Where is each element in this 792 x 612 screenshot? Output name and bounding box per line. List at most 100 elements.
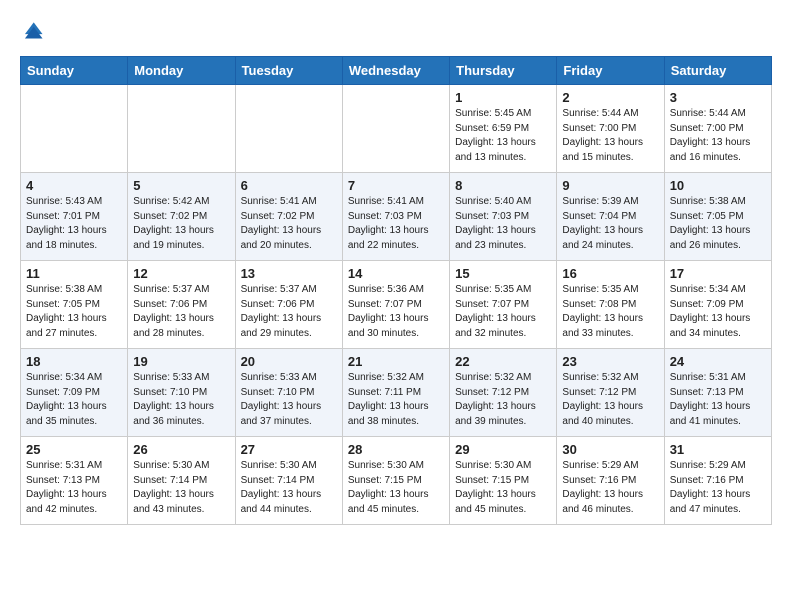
calendar-cell: 20 Sunrise: 5:33 AM Sunset: 7:10 PM Dayli… — [235, 349, 342, 437]
cell-info: Sunrise: 5:38 AM Sunset: 7:05 PM Dayligh… — [26, 283, 122, 341]
cell-info: Sunrise: 5:30 AM Sunset: 7:14 PM Dayligh… — [241, 459, 337, 517]
cell-info: Sunrise: 5:29 AM Sunset: 7:16 PM Dayligh… — [670, 459, 766, 517]
calendar-cell: 18 Sunrise: 5:34 AM Sunset: 7:09 PM Dayli… — [21, 349, 128, 437]
day-number: 18 — [26, 354, 122, 369]
header-monday: Monday — [128, 57, 235, 85]
calendar-cell — [342, 85, 449, 173]
calendar-cell: 15 Sunrise: 5:35 AM Sunset: 7:07 PM Dayli… — [450, 261, 557, 349]
calendar-cell: 4 Sunrise: 5:43 AM Sunset: 7:01 PM Daylig… — [21, 173, 128, 261]
cell-info: Sunrise: 5:32 AM Sunset: 7:11 PM Dayligh… — [348, 371, 444, 429]
calendar-cell: 9Sunrise: 5:39 AM Sunset: 7:04 PM Daylig… — [557, 173, 664, 261]
header-sunday: Sunday — [21, 57, 128, 85]
cell-info: Sunrise: 5:44 AM Sunset: 7:00 PM Dayligh… — [670, 107, 766, 165]
cell-info: Sunrise: 5:37 AM Sunset: 7:06 PM Dayligh… — [133, 283, 229, 341]
day-number: 23 — [562, 354, 658, 369]
calendar-cell: 31 Sunrise: 5:29 AM Sunset: 7:16 PM Dayli… — [664, 437, 771, 525]
calendar-cell: 10Sunrise: 5:38 AM Sunset: 7:05 PM Dayli… — [664, 173, 771, 261]
cell-info: Sunrise: 5:32 AM Sunset: 7:12 PM Dayligh… — [562, 371, 658, 429]
day-number: 13 — [241, 266, 337, 281]
day-number: 30 — [562, 442, 658, 457]
day-number: 22 — [455, 354, 551, 369]
day-number: 26 — [133, 442, 229, 457]
header-friday: Friday — [557, 57, 664, 85]
day-number: 19 — [133, 354, 229, 369]
header — [20, 18, 772, 42]
calendar-cell: 17Sunrise: 5:34 AM Sunset: 7:09 PM Dayli… — [664, 261, 771, 349]
logo-icon — [22, 18, 44, 40]
cell-info: Sunrise: 5:45 AM Sunset: 6:59 PM Dayligh… — [455, 107, 551, 165]
day-number: 28 — [348, 442, 444, 457]
day-number: 7 — [348, 178, 444, 193]
day-number: 31 — [670, 442, 766, 457]
calendar-week-2: 4 Sunrise: 5:43 AM Sunset: 7:01 PM Daylig… — [21, 173, 772, 261]
cell-info: Sunrise: 5:36 AM Sunset: 7:07 PM Dayligh… — [348, 283, 444, 341]
cell-info: Sunrise: 5:30 AM Sunset: 7:15 PM Dayligh… — [455, 459, 551, 517]
calendar-cell: 5 Sunrise: 5:42 AM Sunset: 7:02 PM Daylig… — [128, 173, 235, 261]
day-number: 11 — [26, 266, 122, 281]
weekday-header-row: Sunday Monday Tuesday Wednesday Thursday… — [21, 57, 772, 85]
cell-info: Sunrise: 5:41 AM Sunset: 7:03 PM Dayligh… — [348, 195, 444, 253]
day-number: 3 — [670, 90, 766, 105]
header-wednesday: Wednesday — [342, 57, 449, 85]
calendar-week-3: 11 Sunrise: 5:38 AM Sunset: 7:05 PM Dayli… — [21, 261, 772, 349]
calendar-cell: 2 Sunrise: 5:44 AM Sunset: 7:00 PM Daylig… — [557, 85, 664, 173]
cell-info: Sunrise: 5:44 AM Sunset: 7:00 PM Dayligh… — [562, 107, 658, 165]
calendar-cell: 28 Sunrise: 5:30 AM Sunset: 7:15 PM Dayli… — [342, 437, 449, 525]
cell-info: Sunrise: 5:33 AM Sunset: 7:10 PM Dayligh… — [241, 371, 337, 429]
cell-info: Sunrise: 5:35 AM Sunset: 7:07 PM Dayligh… — [455, 283, 551, 341]
calendar-cell: 11 Sunrise: 5:38 AM Sunset: 7:05 PM Dayli… — [21, 261, 128, 349]
calendar-cell: 8 Sunrise: 5:40 AM Sunset: 7:03 PM Daylig… — [450, 173, 557, 261]
day-number: 6 — [241, 178, 337, 193]
cell-info: Sunrise: 5:38 AM Sunset: 7:05 PM Dayligh… — [670, 195, 766, 253]
cell-info: Sunrise: 5:42 AM Sunset: 7:02 PM Dayligh… — [133, 195, 229, 253]
day-number: 8 — [455, 178, 551, 193]
calendar-cell: 24Sunrise: 5:31 AM Sunset: 7:13 PM Dayli… — [664, 349, 771, 437]
calendar-cell: 22 Sunrise: 5:32 AM Sunset: 7:12 PM Dayli… — [450, 349, 557, 437]
cell-info: Sunrise: 5:31 AM Sunset: 7:13 PM Dayligh… — [670, 371, 766, 429]
day-number: 2 — [562, 90, 658, 105]
calendar-cell: 26 Sunrise: 5:30 AM Sunset: 7:14 PM Dayli… — [128, 437, 235, 525]
logo — [20, 18, 44, 42]
day-number: 27 — [241, 442, 337, 457]
cell-info: Sunrise: 5:33 AM Sunset: 7:10 PM Dayligh… — [133, 371, 229, 429]
cell-info: Sunrise: 5:32 AM Sunset: 7:12 PM Dayligh… — [455, 371, 551, 429]
cell-info: Sunrise: 5:40 AM Sunset: 7:03 PM Dayligh… — [455, 195, 551, 253]
calendar-cell — [21, 85, 128, 173]
calendar-page: Sunday Monday Tuesday Wednesday Thursday… — [0, 0, 792, 543]
calendar-cell: 30Sunrise: 5:29 AM Sunset: 7:16 PM Dayli… — [557, 437, 664, 525]
calendar-week-1: 1Sunrise: 5:45 AM Sunset: 6:59 PM Daylig… — [21, 85, 772, 173]
calendar-cell: 23 Sunrise: 5:32 AM Sunset: 7:12 PM Dayli… — [557, 349, 664, 437]
calendar-cell: 7 Sunrise: 5:41 AM Sunset: 7:03 PM Daylig… — [342, 173, 449, 261]
cell-info: Sunrise: 5:30 AM Sunset: 7:14 PM Dayligh… — [133, 459, 229, 517]
day-number: 29 — [455, 442, 551, 457]
calendar-cell: 27 Sunrise: 5:30 AM Sunset: 7:14 PM Dayli… — [235, 437, 342, 525]
day-number: 21 — [348, 354, 444, 369]
day-number: 20 — [241, 354, 337, 369]
calendar-cell: 16Sunrise: 5:35 AM Sunset: 7:08 PM Dayli… — [557, 261, 664, 349]
day-number: 4 — [26, 178, 122, 193]
calendar-cell — [128, 85, 235, 173]
day-number: 5 — [133, 178, 229, 193]
header-thursday: Thursday — [450, 57, 557, 85]
calendar-cell: 25 Sunrise: 5:31 AM Sunset: 7:13 PM Dayli… — [21, 437, 128, 525]
day-number: 12 — [133, 266, 229, 281]
calendar-cell: 3 Sunrise: 5:44 AM Sunset: 7:00 PM Daylig… — [664, 85, 771, 173]
cell-info: Sunrise: 5:30 AM Sunset: 7:15 PM Dayligh… — [348, 459, 444, 517]
calendar-cell: 21 Sunrise: 5:32 AM Sunset: 7:11 PM Dayli… — [342, 349, 449, 437]
cell-info: Sunrise: 5:43 AM Sunset: 7:01 PM Dayligh… — [26, 195, 122, 253]
cell-info: Sunrise: 5:34 AM Sunset: 7:09 PM Dayligh… — [26, 371, 122, 429]
day-number: 9 — [562, 178, 658, 193]
calendar-cell: 1Sunrise: 5:45 AM Sunset: 6:59 PM Daylig… — [450, 85, 557, 173]
day-number: 25 — [26, 442, 122, 457]
calendar-week-4: 18 Sunrise: 5:34 AM Sunset: 7:09 PM Dayli… — [21, 349, 772, 437]
calendar-cell: 29 Sunrise: 5:30 AM Sunset: 7:15 PM Dayli… — [450, 437, 557, 525]
cell-info: Sunrise: 5:31 AM Sunset: 7:13 PM Dayligh… — [26, 459, 122, 517]
calendar-cell: 13 Sunrise: 5:37 AM Sunset: 7:06 PM Dayli… — [235, 261, 342, 349]
calendar-cell: 12 Sunrise: 5:37 AM Sunset: 7:06 PM Dayli… — [128, 261, 235, 349]
calendar-week-5: 25 Sunrise: 5:31 AM Sunset: 7:13 PM Dayli… — [21, 437, 772, 525]
day-number: 15 — [455, 266, 551, 281]
cell-info: Sunrise: 5:34 AM Sunset: 7:09 PM Dayligh… — [670, 283, 766, 341]
calendar-cell: 19 Sunrise: 5:33 AM Sunset: 7:10 PM Dayli… — [128, 349, 235, 437]
cell-info: Sunrise: 5:37 AM Sunset: 7:06 PM Dayligh… — [241, 283, 337, 341]
cell-info: Sunrise: 5:35 AM Sunset: 7:08 PM Dayligh… — [562, 283, 658, 341]
